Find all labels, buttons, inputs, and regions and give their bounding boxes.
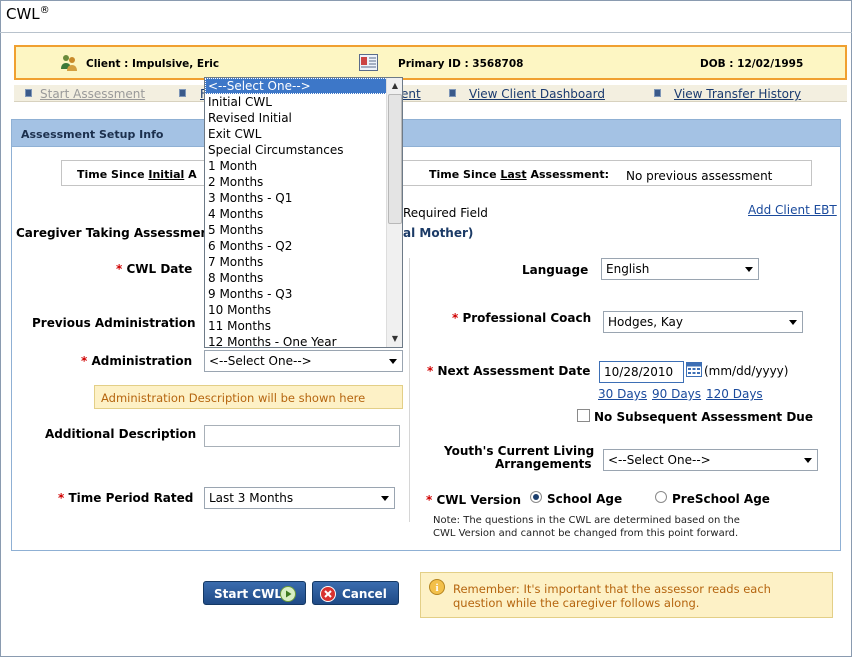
add-client-ebt-link[interactable]: Add Client EBT [748,203,837,217]
id-card-icon[interactable] [359,54,378,74]
calendar-icon[interactable] [686,361,702,380]
dropdown-option[interactable]: Special Circumstances [205,142,402,158]
quick-30-days-link[interactable]: 30 Days [598,387,647,401]
column-divider [409,258,410,522]
nav-bullet-icon [25,89,32,97]
cwl-version-note-2: CWL Version and cannot be changed from t… [433,528,739,539]
next-assessment-date-label: * Next Assessment Date [427,364,591,378]
dropdown-option[interactable]: 8 Months [205,270,402,286]
dropdown-option[interactable]: 10 Months [205,302,402,318]
remember-line-1: Remember: It's important that the assess… [453,582,771,596]
svg-text:i: i [435,582,438,594]
dropdown-option[interactable]: 4 Months [205,206,402,222]
cwl-version-note-1: Note: The questions in the CWL are deter… [433,515,740,526]
remember-line-2: question while the caregiver follows alo… [453,596,700,610]
dropdown-option[interactable]: Revised Initial [205,110,402,126]
dropdown-option[interactable]: 3 Months - Q1 [205,190,402,206]
school-age-radio[interactable] [530,491,542,503]
time-since-last-value: No previous assessment [626,169,773,183]
client-users-icon [59,53,79,76]
dropdown-option[interactable]: Exit CWL [205,126,402,142]
chevron-down-icon [381,496,389,501]
nav-start-assessment[interactable]: Start Assessment [40,87,145,101]
scroll-thumb[interactable] [388,94,402,224]
chevron-down-icon [789,320,797,325]
time-period-rated-label: * Time Period Rated [58,491,194,505]
info-icon: i [429,579,445,598]
administration-select[interactable]: <--Select One--> [204,350,403,372]
preschool-age-label: PreSchool Age [672,492,770,506]
chevron-down-icon [389,359,397,364]
professional-coach-select[interactable]: Hodges, Kay [603,311,803,333]
dropdown-option[interactable]: 5 Months [205,222,402,238]
scroll-up-icon[interactable]: ▲ [388,79,402,93]
nav-bullet-icon [654,89,661,97]
living-arrangements-select[interactable]: <--Select One--> [603,449,818,471]
professional-coach-label: * Professional Coach [452,311,592,325]
chevron-down-icon [804,458,812,463]
school-age-label: School Age [547,492,623,506]
page-title: CWL® [6,5,50,23]
caregiver-label: Caregiver Taking Assessmen [16,226,210,240]
date-format-hint: (mm/dd/yyyy) [704,364,789,378]
living-arrangements-label-2: Arrangements [495,457,592,471]
preschool-age-radio[interactable] [655,491,667,503]
quick-90-days-link[interactable]: 90 Days [652,387,701,401]
dropdown-option[interactable]: 9 Months - Q3 [205,286,402,302]
dropdown-option[interactable]: 11 Months [205,318,402,334]
start-cwl-button[interactable]: Start CWL [203,581,306,605]
client-name: Client : Impulsive, Eric [86,58,220,70]
dropdown-option[interactable]: 7 Months [205,254,402,270]
nav-view-client-dashboard[interactable]: View Client Dashboard [469,87,605,101]
administration-description: Administration Description will be shown… [94,385,403,409]
living-arrangements-label-1: Youth's Current Living [444,444,595,458]
primary-id: Primary ID : 3568708 [398,58,524,70]
next-assessment-date-input[interactable]: 10/28/2010 [599,361,684,383]
title-divider [0,32,852,33]
nav-bullet-icon [449,89,456,97]
dropdown-option[interactable]: 6 Months - Q2 [205,238,402,254]
time-since-last-label: Time Since Last Assessment: [429,168,610,181]
dropdown-option[interactable]: <--Select One--> [205,78,402,94]
language-label: Language [522,263,589,277]
cwl-version-label: * CWL Version [426,493,522,507]
remember-note: i Remember: It's important that the asse… [420,572,833,618]
time-since-box: Time Since Initial A Time Since Last Ass… [61,160,812,186]
client-dob: DOB : 12/02/1995 [700,58,804,70]
time-since-initial-label: Time Since Initial A [77,168,197,181]
nav-item-3[interactable]: ent [401,87,421,101]
nav-view-transfer-history[interactable]: View Transfer History [674,87,801,101]
nav-bar: Start Assessment F ent View Client Dashb… [14,85,847,102]
panel-header: Assessment Setup Info [12,120,840,147]
language-select[interactable]: English [601,258,759,280]
cwl-date-label: * CWL Date [116,262,193,276]
dropdown-option[interactable]: 2 Months [205,174,402,190]
no-subsequent-label: No Subsequent Assessment Due [594,410,813,424]
administration-dropdown-list[interactable]: <--Select One--> Initial CWL Revised Initi… [204,77,403,348]
scroll-down-icon[interactable]: ▼ [388,332,402,346]
cancel-button[interactable]: Cancel [312,581,399,605]
dropdown-option[interactable]: 12 Months - One Year [205,334,402,347]
additional-description-label: Additional Description [45,427,197,441]
cancel-x-icon [320,586,336,605]
dropdown-option[interactable]: 1 Month [205,158,402,174]
play-arrow-icon [280,586,296,605]
client-info-bar: Client : Impulsive, Eric Primary ID : 35… [14,45,847,80]
chevron-down-icon [745,267,753,272]
required-field-note: Required Field [403,206,488,220]
previous-administration-label: Previous Administration [32,316,196,330]
additional-description-input[interactable] [204,425,400,447]
dropdown-scrollbar[interactable]: ▲ ▼ [386,78,402,347]
time-period-select[interactable]: Last 3 Months [204,487,395,509]
caregiver-value: al Mother) [403,226,474,240]
dropdown-option[interactable]: Initial CWL [205,94,402,110]
administration-label: * Administration [81,354,193,368]
no-subsequent-checkbox[interactable] [577,409,590,422]
quick-120-days-link[interactable]: 120 Days [706,387,763,401]
nav-bullet-icon [179,89,186,97]
